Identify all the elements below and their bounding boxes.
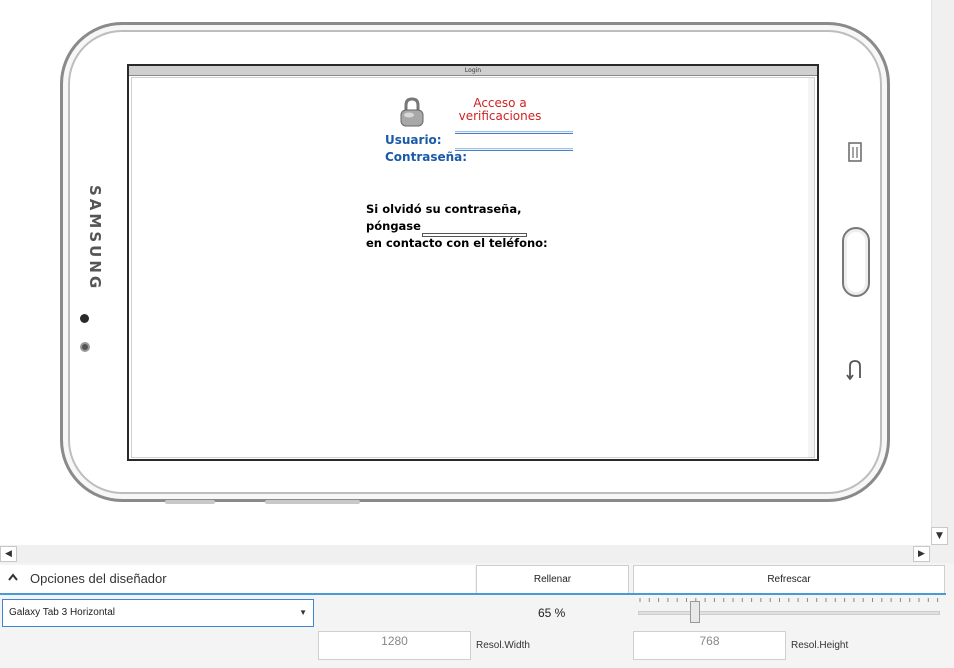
tablet-brand-logo: SAMSUNG — [86, 185, 104, 292]
zoom-slider-thumb[interactable] — [690, 601, 700, 623]
fill-button[interactable]: Rellenar — [476, 565, 629, 594]
resolution-height-input[interactable]: 768 — [633, 631, 786, 660]
options-label: Opciones del diseñador — [30, 571, 167, 586]
zoom-slider-track[interactable] — [638, 611, 940, 615]
camera-icon — [80, 314, 89, 323]
scroll-down-button[interactable]: ▼ — [931, 527, 948, 545]
menu-key-icon — [848, 142, 862, 162]
scrollbar-corner — [931, 545, 954, 563]
tablet-screen: Login — [127, 64, 819, 461]
back-key-icon — [846, 358, 862, 383]
home-key — [842, 227, 870, 297]
password-input[interactable] — [455, 148, 573, 151]
forgot-line-2: en contacto con el teléfono: — [366, 236, 548, 250]
resolution-width-label: Resol.Width — [476, 640, 530, 651]
horizontal-scrollbar[interactable] — [0, 545, 931, 563]
chevron-up-icon[interactable] — [8, 571, 18, 584]
screen-window-title: Login — [129, 66, 817, 76]
resolution-height-label: Resol.Height — [791, 640, 849, 651]
screen-content — [131, 77, 815, 458]
user-input[interactable] — [455, 131, 573, 134]
refresh-button[interactable]: Refrescar — [633, 565, 945, 594]
dropdown-arrow-icon[interactable]: ▼ — [299, 600, 307, 626]
forgot-password-text: Si olvidó su contraseña, póngase en cont… — [366, 201, 556, 252]
phone-field[interactable] — [422, 233, 527, 237]
slider-ticks — [639, 598, 939, 602]
screen-scrollbar[interactable] — [808, 78, 814, 457]
device-select-value: Galaxy Tab 3 Horizontal — [9, 607, 115, 618]
scroll-left-button[interactable]: ◀ — [0, 546, 17, 562]
password-label: Contraseña: — [385, 150, 468, 164]
tablet-side-button — [265, 500, 360, 504]
padlock-icon — [398, 96, 426, 128]
scroll-right-button[interactable]: ▶ — [913, 546, 930, 562]
resolution-width-input[interactable]: 1280 — [318, 631, 471, 660]
user-label: Usuario: — [385, 133, 442, 147]
forgot-line-1: Si olvidó su contraseña, póngase — [366, 202, 522, 233]
vertical-scrollbar[interactable] — [931, 0, 954, 545]
zoom-level: 65 % — [538, 606, 566, 620]
accent-divider — [0, 593, 946, 595]
tablet-side-button — [165, 500, 215, 504]
device-select[interactable]: Galaxy Tab 3 Horizontal ▼ — [2, 599, 314, 627]
login-title: Acceso a verificaciones — [458, 96, 542, 123]
sensor-icon — [80, 342, 90, 352]
